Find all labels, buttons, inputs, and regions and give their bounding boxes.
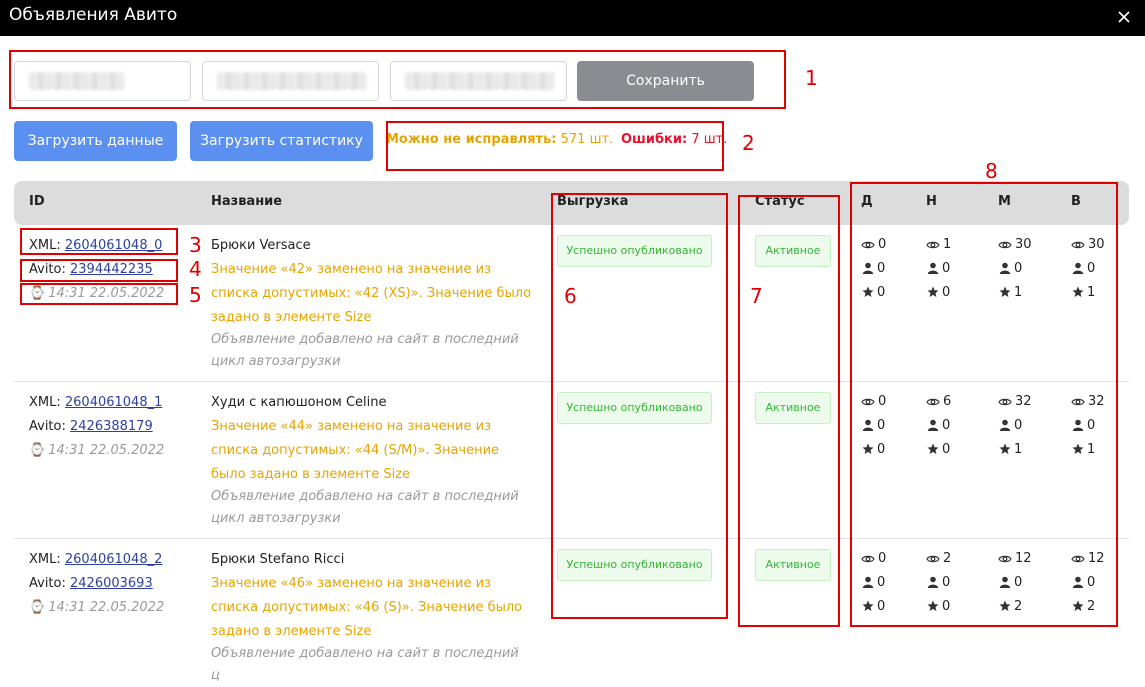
annotation-number-7: 7 (750, 284, 763, 308)
annotation-number-5: 5 (189, 283, 202, 307)
annotation-number-8: 8 (985, 159, 998, 183)
modal-title-bar: Объявления Авито (0, 0, 1145, 36)
clock-icon: ⌚ (29, 600, 46, 615)
column-name: Название (211, 194, 283, 209)
annotation-box-8 (850, 182, 1118, 627)
ad-name: Брюки Stefano Ricci (211, 552, 345, 567)
modal-title: Объявления Авито (9, 5, 178, 25)
ad-warning: Значение «44» заменено на значение из сп… (211, 419, 500, 482)
load-stats-button[interactable]: Загрузить статистику (190, 121, 373, 161)
annotation-number-3: 3 (189, 233, 202, 257)
avito-label: Avito: (29, 419, 70, 434)
ad-note: Объявление добавлено на сайт в последний… (211, 646, 519, 683)
xml-label: XML: (29, 395, 65, 410)
annotation-number-2: 2 (742, 131, 755, 155)
xml-id-link[interactable]: 2604061048_2 (65, 552, 162, 567)
load-data-button[interactable]: Загрузить данные (14, 121, 177, 161)
xml-id-cell: XML: 2604061048_2 (29, 552, 162, 567)
avito-id-cell: Avito: 2426003693 (29, 576, 153, 591)
published-time-text: 14:31 22.05.2022 (48, 443, 165, 458)
ad-warning: Значение «42» заменено на значение из сп… (211, 262, 532, 325)
ad-warning: Значение «46» заменено на значение из сп… (211, 576, 523, 639)
avito-label: Avito: (29, 576, 70, 591)
close-icon[interactable] (1115, 8, 1133, 26)
ad-note: Объявление добавлено на сайт в последний… (211, 489, 519, 526)
ad-name: Брюки Versace (211, 238, 311, 253)
annotation-box-5 (20, 283, 178, 305)
clock-icon: ⌚ (29, 443, 46, 458)
column-id: ID (29, 194, 45, 209)
ad-name: Худи с капюшоном Celine (211, 395, 387, 410)
xml-id-link[interactable]: 2604061048_1 (65, 395, 162, 410)
avito-id-link[interactable]: 2426388179 (70, 419, 153, 434)
annotation-box-4 (20, 259, 178, 282)
annotation-number-1: 1 (805, 66, 818, 90)
annotation-box-7 (738, 195, 840, 627)
annotation-box-6 (551, 193, 728, 619)
xml-label: XML: (29, 552, 65, 567)
annotation-number-6: 6 (564, 284, 577, 308)
avito-id-link[interactable]: 2426003693 (70, 576, 153, 591)
avito-id-cell: Avito: 2426388179 (29, 419, 153, 434)
published-time: ⌚ 14:31 22.05.2022 (29, 443, 164, 458)
annotation-box-1 (9, 50, 786, 109)
published-time: ⌚ 14:31 22.05.2022 (29, 600, 164, 615)
xml-id-cell: XML: 2604061048_1 (29, 395, 162, 410)
annotation-number-4: 4 (189, 257, 202, 281)
ad-note: Объявление добавлено на сайт в последний… (211, 332, 519, 369)
annotation-box-3 (20, 228, 178, 255)
annotation-box-2 (386, 121, 724, 171)
published-time-text: 14:31 22.05.2022 (48, 600, 165, 615)
